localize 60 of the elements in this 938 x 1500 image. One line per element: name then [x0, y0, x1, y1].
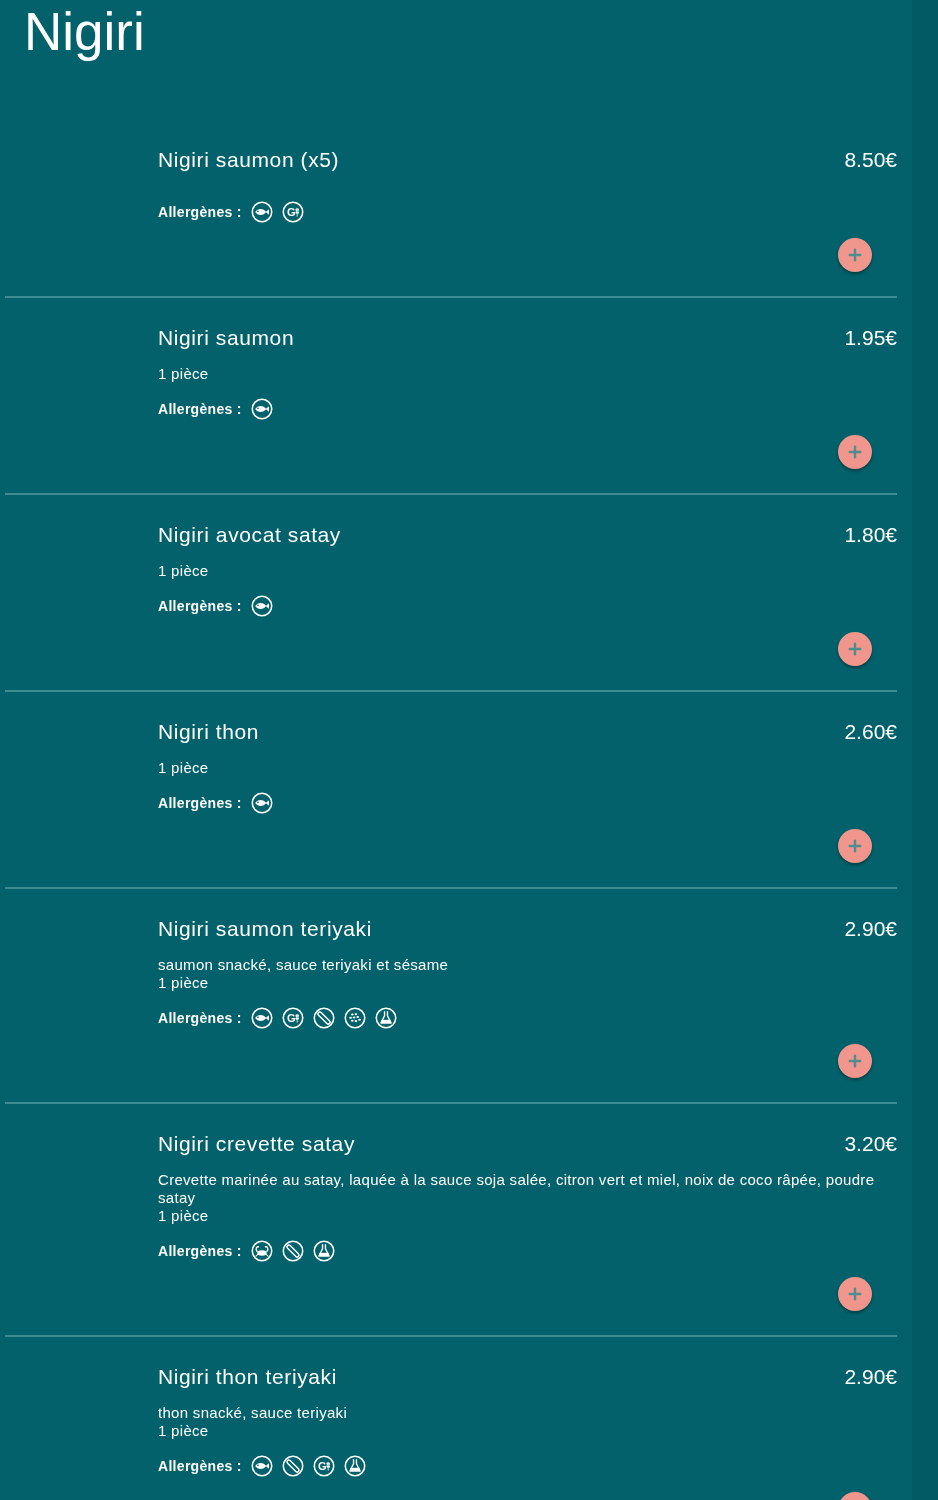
dish-price: 8.50€: [844, 147, 897, 173]
fish-icon: [250, 1455, 273, 1477]
plus-icon: [846, 443, 864, 461]
allergens-label: Allergènes :: [158, 1009, 242, 1027]
add-button[interactable]: [838, 1277, 872, 1311]
dish-description: Crevette marinée au satay, laquée à la sauce soja salée, citron vert et miel, noix de coco râpée, poudre satay: [158, 1171, 876, 1207]
portion-text: 1 pièce: [158, 562, 210, 580]
flask-icon: [343, 1455, 366, 1477]
bean-pod-icon: [281, 1455, 304, 1477]
add-button[interactable]: [838, 1044, 872, 1078]
dish-name: Nigiri saumon teriyaki: [158, 916, 372, 942]
dish-name: Nigiri avocat satay: [158, 522, 341, 548]
plus-icon: [846, 837, 864, 855]
portion-text: 1 pièce: [158, 1422, 210, 1440]
allergens-label: Allergènes :: [158, 203, 242, 221]
dish-name: Nigiri saumon (x5): [158, 147, 340, 173]
plus-icon: [846, 640, 864, 658]
flask-icon: [374, 1007, 397, 1029]
fish-icon: [250, 398, 273, 420]
portion-text: 1 pièce: [158, 974, 210, 992]
dish-price: 1.80€: [844, 522, 897, 548]
allergens-label: Allergènes :: [158, 794, 242, 812]
dish-price: 1.95€: [844, 325, 897, 351]
allergens-label: Allergènes :: [158, 1242, 242, 1260]
fish-icon: [250, 201, 273, 223]
add-button[interactable]: [838, 632, 872, 666]
dish-name: Nigiri thon teriyaki: [158, 1364, 337, 1390]
section-title: Nigiri: [24, 1, 145, 63]
crab-icon: [250, 1240, 273, 1262]
dish-price: 3.20€: [844, 1131, 897, 1157]
dish-price: 2.90€: [844, 1364, 897, 1390]
dish-price: 2.90€: [844, 916, 897, 942]
gluten-icon: G: [312, 1455, 335, 1477]
fish-icon: [250, 1007, 273, 1029]
portion-text: 1 pièce: [158, 1207, 210, 1225]
allergens-label: Allergènes :: [158, 1457, 242, 1475]
plus-icon: [846, 1285, 864, 1303]
dish-name: Nigiri saumon: [158, 325, 295, 351]
allergens-label: Allergènes :: [158, 597, 242, 615]
bean-pod-icon: [281, 1240, 304, 1262]
fish-icon: [250, 595, 273, 617]
dish-name: Nigiri crevette satay: [158, 1131, 355, 1157]
allergens-label: Allergènes :: [158, 400, 242, 418]
portion-text: 1 pièce: [158, 365, 210, 383]
plus-icon: [846, 246, 864, 264]
bean-pod-icon: [312, 1007, 335, 1029]
add-button[interactable]: [838, 238, 872, 272]
gluten-icon: G: [281, 201, 304, 223]
seeds-icon: [343, 1007, 366, 1029]
portion-text: 1 pièce: [158, 759, 210, 777]
gluten-icon: G: [281, 1007, 304, 1029]
dish-description: saumon snacké, sauce teriyaki et sésame: [158, 956, 450, 974]
dish-name: Nigiri thon: [158, 719, 260, 745]
flask-icon: [312, 1240, 335, 1262]
plus-icon: [846, 1052, 864, 1070]
add-button[interactable]: [838, 435, 872, 469]
dish-description: thon snacké, sauce teriyaki: [158, 1404, 349, 1422]
add-button[interactable]: [838, 829, 872, 863]
dish-price: 2.60€: [844, 719, 897, 745]
fish-icon: [250, 792, 273, 814]
